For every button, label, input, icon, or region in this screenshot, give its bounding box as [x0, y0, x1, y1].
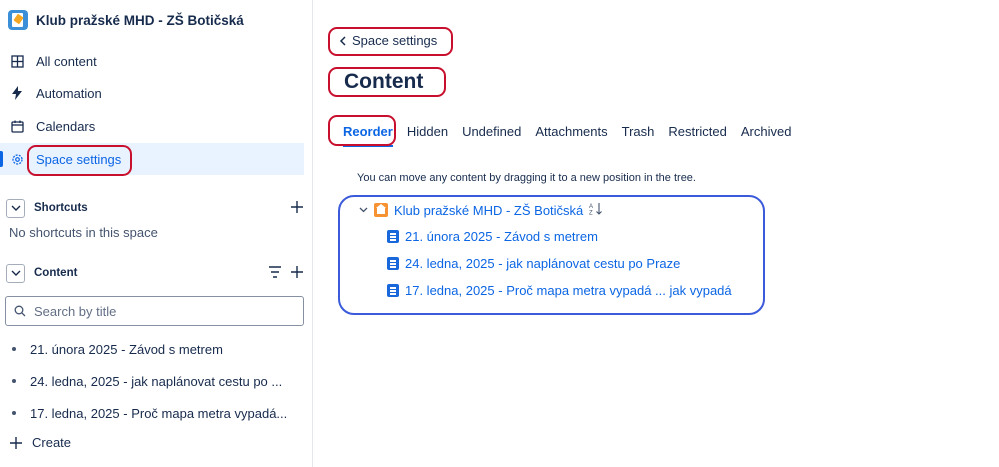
filter-button[interactable]	[268, 265, 282, 281]
search-by-title-field[interactable]	[5, 296, 304, 326]
nav-label: Automation	[36, 85, 102, 101]
plus-icon	[10, 436, 22, 449]
sidebar-content-item[interactable]: 17. ledna, 2025 - Proč mapa metra vypadá…	[12, 400, 304, 426]
search-input[interactable]	[34, 303, 294, 319]
gear-icon	[10, 152, 24, 166]
plus-icon	[291, 265, 303, 278]
collapse-content-button[interactable]	[6, 263, 25, 283]
bullet-icon	[12, 347, 16, 351]
page-title: Content	[344, 70, 424, 93]
content-section-header: Content	[6, 262, 304, 284]
main-content: Space settings Content Reorder Hidden Un…	[314, 0, 999, 467]
tree-page-label: 21. února 2025 - Závod s metrem	[405, 229, 598, 244]
tab-undefined[interactable]: Undefined	[455, 118, 528, 144]
reorder-hint-text: You can move any content by dragging it …	[357, 172, 696, 184]
page-icon	[387, 257, 399, 270]
add-shortcut-button[interactable]	[290, 200, 304, 217]
create-label: Create	[32, 435, 72, 450]
shortcuts-title: Shortcuts	[34, 202, 88, 214]
home-icon	[374, 203, 388, 217]
tab-attachments[interactable]: Attachments	[528, 118, 614, 144]
search-icon	[14, 305, 26, 317]
sidebar-content-item[interactable]: 21. února 2025 - Závod s metrem	[12, 336, 304, 362]
svg-text:Z: Z	[589, 211, 593, 216]
calendar-icon	[10, 119, 24, 133]
grid-icon	[10, 54, 24, 68]
nav-label: Calendars	[36, 118, 96, 134]
shortcuts-section-header: Shortcuts	[6, 197, 304, 219]
sort-icon[interactable]: AZ	[589, 202, 603, 218]
svg-text:A: A	[589, 204, 593, 210]
bullet-icon	[12, 411, 16, 415]
tree-root-row[interactable]: Klub pražské MHD - ZŠ Botičská AZ	[359, 202, 603, 218]
sidebar-content-item-label: 24. ledna, 2025 - jak naplánovat cestu p…	[30, 373, 283, 389]
tab-reorder[interactable]: Reorder	[343, 118, 400, 147]
lightning-icon	[10, 86, 24, 100]
page-icon	[387, 230, 399, 243]
nav-item-calendars[interactable]: Calendars	[0, 110, 304, 142]
tree-page-row[interactable]: 21. února 2025 - Závod s metrem	[387, 229, 598, 244]
tab-restricted[interactable]: Restricted	[661, 118, 734, 144]
no-shortcuts-text: No shortcuts in this space	[9, 225, 158, 240]
chevron-down-icon	[11, 205, 20, 211]
tree-page-row[interactable]: 17. ledna, 2025 - Proč mapa metra vypadá…	[387, 283, 732, 298]
tree-root-label: Klub pražské MHD - ZŠ Botičská	[394, 202, 584, 218]
nav-label: Space settings	[36, 151, 122, 167]
space-logo-icon	[8, 10, 28, 30]
add-content-button[interactable]	[290, 265, 304, 282]
filter-icon	[269, 265, 281, 278]
sidebar-content-item-label: 21. února 2025 - Závod s metrem	[30, 341, 223, 357]
sidebar: Klub pražské MHD - ZŠ Botičská All conte…	[0, 0, 313, 467]
chevron-down-icon[interactable]	[359, 207, 368, 213]
collapse-shortcuts-button[interactable]	[6, 198, 25, 218]
back-to-space-settings-link[interactable]: Space settings	[339, 33, 437, 48]
selected-marker	[0, 151, 3, 167]
tab-archived[interactable]: Archived	[734, 118, 799, 144]
tab-trash[interactable]: Trash	[615, 118, 662, 144]
space-header[interactable]: Klub pražské MHD - ZŠ Botičská	[8, 10, 244, 30]
tab-bar: Reorder Hidden Undefined Attachments Tra…	[343, 118, 799, 147]
page-icon	[387, 284, 399, 297]
chevron-left-icon	[339, 35, 346, 46]
space-title: Klub pražské MHD - ZŠ Botičská	[36, 12, 244, 28]
back-label: Space settings	[352, 33, 438, 48]
sidebar-content-item-label: 17. ledna, 2025 - Proč mapa metra vypadá…	[30, 405, 288, 421]
plus-icon	[291, 200, 303, 213]
nav-item-space-settings[interactable]: Space settings	[0, 143, 304, 175]
nav-label: All content	[36, 53, 97, 69]
nav-item-all-content[interactable]: All content	[0, 45, 304, 77]
tab-hidden[interactable]: Hidden	[400, 118, 455, 144]
content-title: Content	[34, 267, 78, 279]
sidebar-content-item[interactable]: 24. ledna, 2025 - jak naplánovat cestu p…	[12, 368, 304, 394]
tree-page-label: 24. ledna, 2025 - jak naplánovat cestu p…	[405, 256, 681, 271]
tree-page-row[interactable]: 24. ledna, 2025 - jak naplánovat cestu p…	[387, 256, 680, 271]
tree-page-label: 17. ledna, 2025 - Proč mapa metra vypadá…	[405, 283, 732, 298]
create-button[interactable]: Create	[9, 435, 71, 450]
chevron-down-icon	[11, 270, 20, 276]
nav-item-automation[interactable]: Automation	[0, 77, 304, 109]
bullet-icon	[12, 379, 16, 383]
